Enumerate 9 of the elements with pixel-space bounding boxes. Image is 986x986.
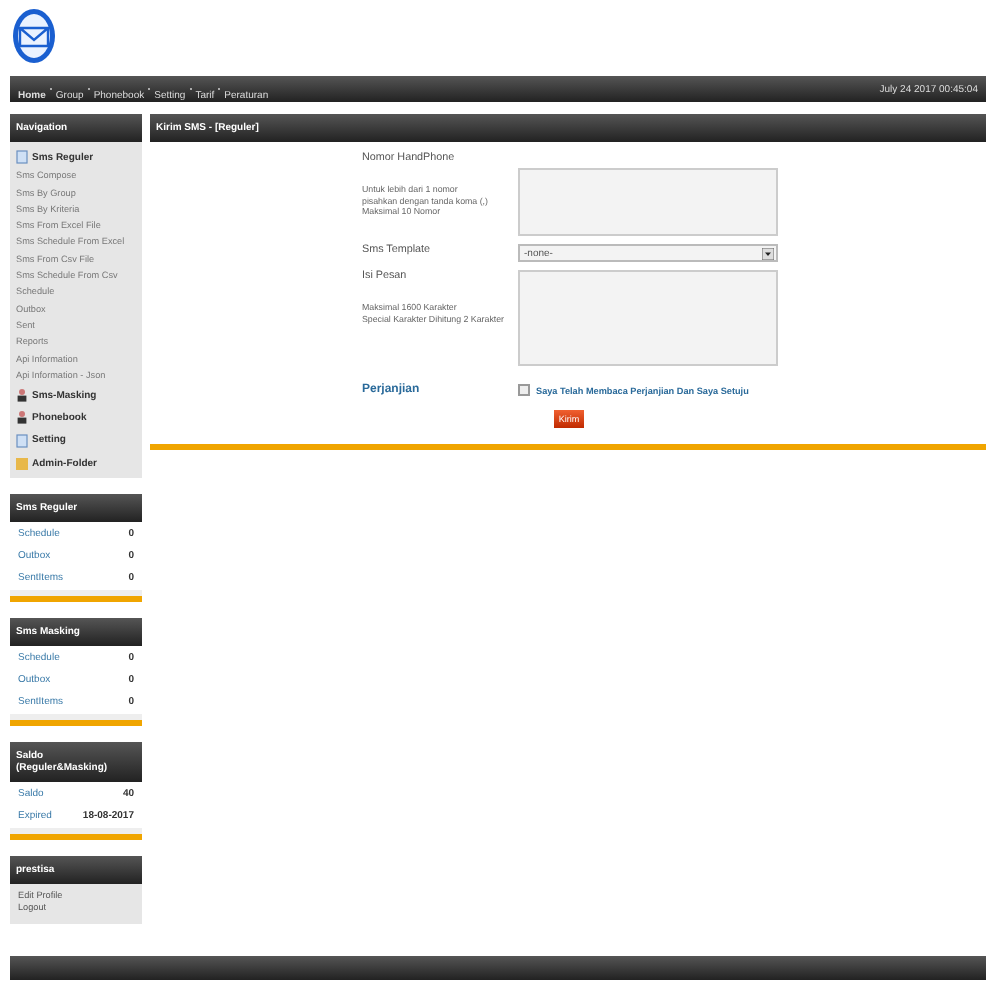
dropdown-arrow-icon (762, 247, 774, 259)
folder-icon (16, 456, 28, 471)
message-field[interactable] (518, 270, 778, 366)
person-icon (16, 388, 28, 403)
page-icon (16, 433, 28, 448)
person-icon (16, 410, 28, 425)
page-icon (16, 150, 28, 164)
envelope-logo-icon (12, 8, 56, 64)
phone-number-field[interactable] (518, 168, 778, 236)
